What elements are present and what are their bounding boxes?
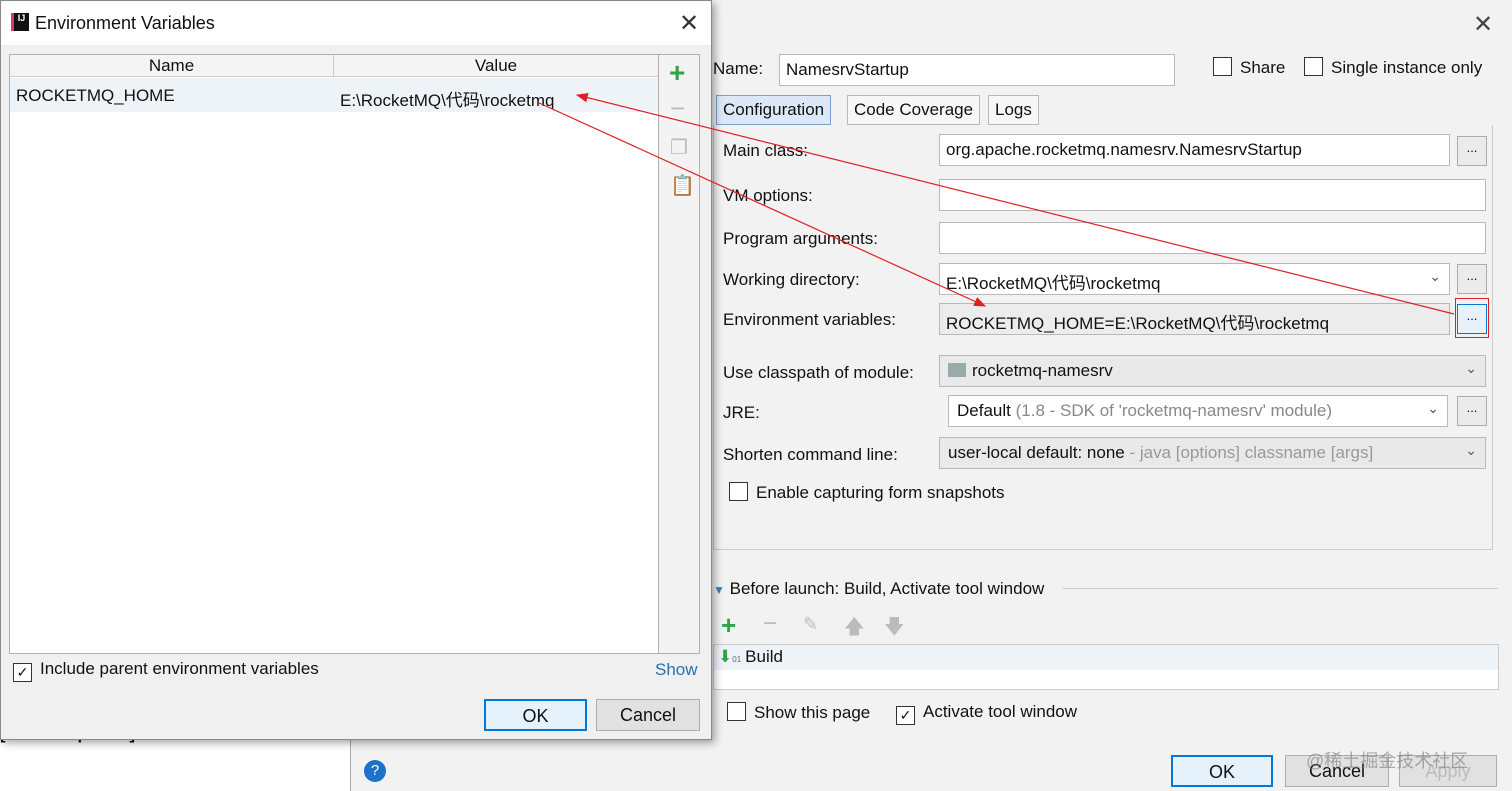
annotation-arrows (536, 92, 1455, 315)
arrow-to-env-field (536, 101, 987, 307)
arrow-to-env-value (575, 92, 1455, 315)
